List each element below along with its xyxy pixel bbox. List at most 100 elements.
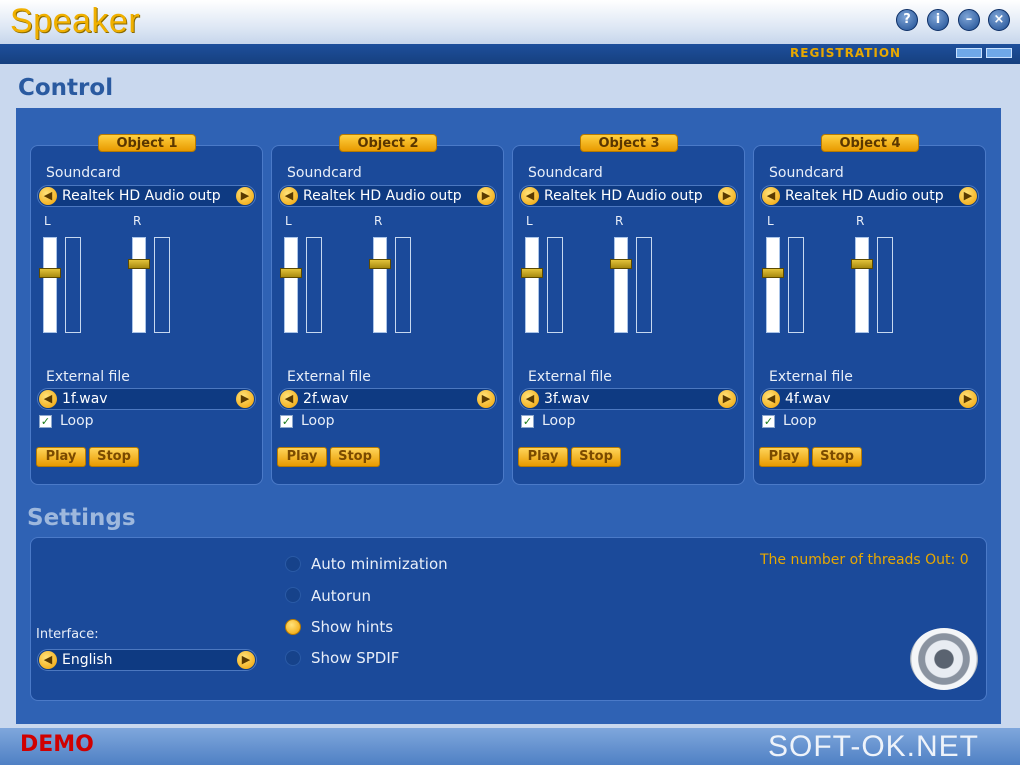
- interface-value: English: [62, 652, 113, 668]
- external-file-select-1[interactable]: ◀ 1f.wav ▶: [37, 388, 256, 410]
- arrow-left-icon[interactable]: ◀: [280, 187, 298, 205]
- right-volume-knob-4[interactable]: [851, 259, 873, 269]
- right-channel-label: R: [374, 214, 383, 228]
- arrow-right-icon[interactable]: ▶: [718, 390, 736, 408]
- left-channel-label: L: [526, 214, 533, 228]
- soundcard-label: Soundcard: [769, 165, 844, 181]
- close-button[interactable]: ×: [988, 9, 1010, 31]
- left-volume-slider-2[interactable]: [284, 237, 298, 333]
- left-channel-label: L: [285, 214, 292, 228]
- info-button[interactable]: i: [927, 9, 949, 31]
- external-file-value: 3f.wav: [544, 391, 590, 407]
- soundcard-label: Soundcard: [46, 165, 121, 181]
- arrow-right-icon[interactable]: ▶: [236, 187, 254, 205]
- title-bar: Speaker ? i – ×: [0, 0, 1020, 44]
- control-heading: Control: [18, 75, 114, 101]
- play-button-3[interactable]: Play: [518, 447, 568, 467]
- right-volume-slider-3[interactable]: [614, 237, 628, 333]
- left-volume-slider-1[interactable]: [43, 237, 57, 333]
- right-channel-label: R: [856, 214, 865, 228]
- loop-checkbox-1[interactable]: ✓: [39, 415, 52, 428]
- autorun-radio[interactable]: [285, 587, 301, 603]
- auto-minimization-label: Auto minimization: [311, 555, 448, 573]
- arrow-right-icon[interactable]: ▶: [959, 187, 977, 205]
- soundcard-select-4[interactable]: ◀ Realtek HD Audio outp ▶: [760, 185, 979, 207]
- object-1-title: Object 1: [98, 134, 196, 152]
- registration-bar: REGISTRATION: [0, 44, 1020, 64]
- right-volume-slider-2[interactable]: [373, 237, 387, 333]
- loop-checkbox-3[interactable]: ✓: [521, 415, 534, 428]
- left-volume-slider-4[interactable]: [766, 237, 780, 333]
- right-volume-knob-1[interactable]: [128, 259, 150, 269]
- speaker-icon[interactable]: [910, 628, 978, 690]
- layout-toggle-2[interactable]: [986, 48, 1012, 58]
- left-volume-knob-2[interactable]: [280, 268, 302, 278]
- loop-checkbox-2[interactable]: ✓: [280, 415, 293, 428]
- arrow-right-icon[interactable]: ▶: [959, 390, 977, 408]
- arrow-left-icon[interactable]: ◀: [39, 187, 57, 205]
- right-level-meter-4: [877, 237, 893, 333]
- right-volume-knob-2[interactable]: [369, 259, 391, 269]
- stop-button-1[interactable]: Stop: [89, 447, 139, 467]
- arrow-right-icon[interactable]: ▶: [477, 187, 495, 205]
- arrow-left-icon[interactable]: ◀: [39, 390, 57, 408]
- external-file-select-4[interactable]: ◀ 4f.wav ▶: [760, 388, 979, 410]
- arrow-right-icon[interactable]: ▶: [237, 651, 255, 669]
- show-hints-label: Show hints: [311, 618, 394, 636]
- left-volume-slider-3[interactable]: [525, 237, 539, 333]
- stop-button-4[interactable]: Stop: [812, 447, 862, 467]
- arrow-left-icon[interactable]: ◀: [280, 390, 298, 408]
- auto-minimization-radio[interactable]: [285, 556, 301, 572]
- left-level-meter-3: [547, 237, 563, 333]
- right-volume-knob-3[interactable]: [610, 259, 632, 269]
- soundcard-select-3[interactable]: ◀ Realtek HD Audio outp ▶: [519, 185, 738, 207]
- right-channel-label: R: [615, 214, 624, 228]
- soundcard-value: Realtek HD Audio outp: [303, 188, 462, 204]
- interface-select[interactable]: ◀ English ▶: [37, 649, 257, 671]
- loop-checkbox-4[interactable]: ✓: [762, 415, 775, 428]
- external-file-select-3[interactable]: ◀ 3f.wav ▶: [519, 388, 738, 410]
- arrow-right-icon[interactable]: ▶: [477, 390, 495, 408]
- layout-toggle-1[interactable]: [956, 48, 982, 58]
- left-channel-label: L: [44, 214, 51, 228]
- help-button[interactable]: ?: [896, 9, 918, 31]
- left-level-meter-1: [65, 237, 81, 333]
- play-button-4[interactable]: Play: [759, 447, 809, 467]
- show-spdif-radio[interactable]: [285, 650, 301, 666]
- soundcard-select-2[interactable]: ◀ Realtek HD Audio outp ▶: [278, 185, 497, 207]
- object-3-title: Object 3: [580, 134, 678, 152]
- show-spdif-label: Show SPDIF: [311, 649, 400, 667]
- stop-button-2[interactable]: Stop: [330, 447, 380, 467]
- right-volume-slider-4[interactable]: [855, 237, 869, 333]
- arrow-left-icon[interactable]: ◀: [521, 187, 539, 205]
- soundcard-label: Soundcard: [528, 165, 603, 181]
- arrow-left-icon[interactable]: ◀: [39, 651, 57, 669]
- play-button-1[interactable]: Play: [36, 447, 86, 467]
- soundcard-select-1[interactable]: ◀ Realtek HD Audio outp ▶: [37, 185, 256, 207]
- left-volume-knob-4[interactable]: [762, 268, 784, 278]
- soundcard-value: Realtek HD Audio outp: [785, 188, 944, 204]
- arrow-left-icon[interactable]: ◀: [521, 390, 539, 408]
- demo-label: DEMO: [20, 732, 94, 757]
- arrow-right-icon[interactable]: ▶: [718, 187, 736, 205]
- arrow-left-icon[interactable]: ◀: [762, 187, 780, 205]
- app-title: Speaker: [10, 2, 141, 40]
- loop-label: Loop: [542, 413, 576, 429]
- show-hints-radio[interactable]: [285, 619, 301, 635]
- stop-button-3[interactable]: Stop: [571, 447, 621, 467]
- threads-counter: The number of threads Out: 0: [760, 552, 969, 568]
- right-volume-slider-1[interactable]: [132, 237, 146, 333]
- minimize-button[interactable]: –: [958, 9, 980, 31]
- external-file-value: 2f.wav: [303, 391, 349, 407]
- arrow-left-icon[interactable]: ◀: [762, 390, 780, 408]
- soundcard-label: Soundcard: [287, 165, 362, 181]
- registration-link[interactable]: REGISTRATION: [790, 46, 901, 60]
- play-button-2[interactable]: Play: [277, 447, 327, 467]
- object-4-title: Object 4: [821, 134, 919, 152]
- external-file-select-2[interactable]: ◀ 2f.wav ▶: [278, 388, 497, 410]
- left-volume-knob-1[interactable]: [39, 268, 61, 278]
- right-level-meter-1: [154, 237, 170, 333]
- arrow-right-icon[interactable]: ▶: [236, 390, 254, 408]
- left-volume-knob-3[interactable]: [521, 268, 543, 278]
- loop-label: Loop: [783, 413, 817, 429]
